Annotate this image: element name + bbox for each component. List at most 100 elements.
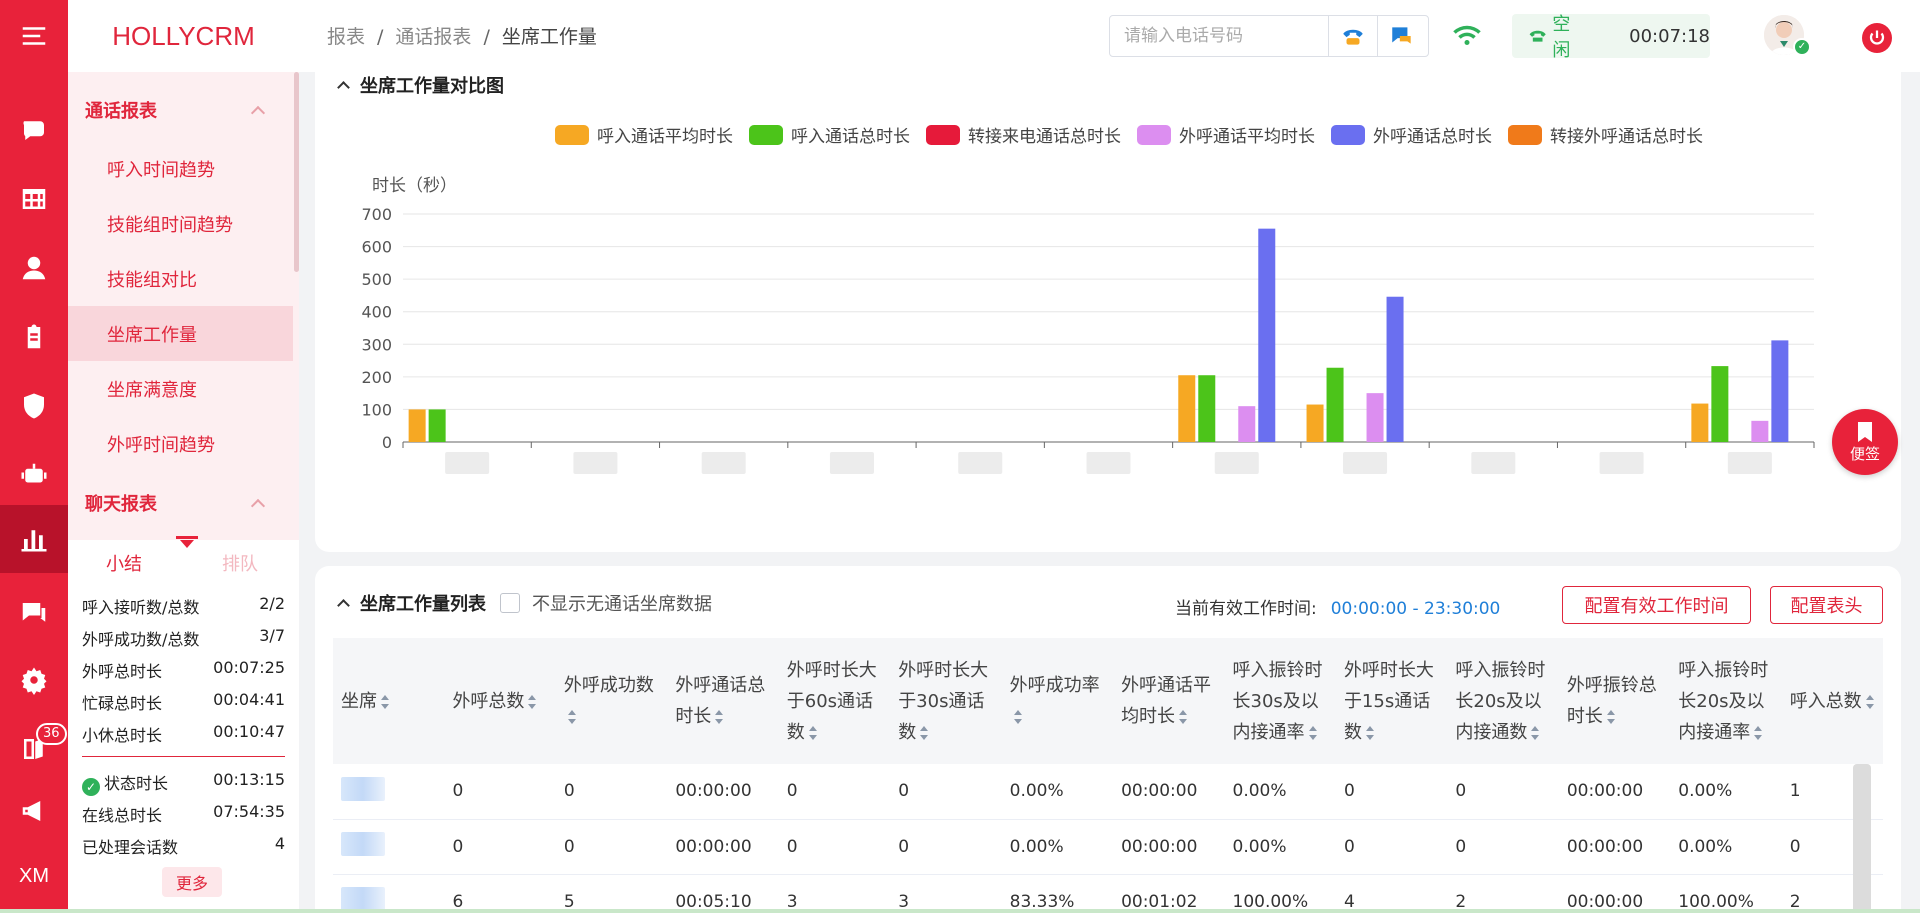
table-cell: 0 [890,819,1002,875]
workload-table: 坐席 外呼总数 外呼成功数 外呼通话总时长 外呼时长大于60s通话数 外呼时长大于30s通… [333,638,1883,913]
clipboard-icon[interactable] [0,307,68,367]
config-work-time-button[interactable]: 配置有效工作时间 [1562,586,1751,624]
table-cell: 0 [890,764,1002,820]
sms-icon[interactable] [1378,16,1426,56]
table-cell: 00:05:10 [667,874,779,913]
more-button[interactable]: 更多 [162,867,222,897]
breadcrumb-item[interactable]: 报表 [327,26,365,48]
sort-icon[interactable] [1308,725,1317,740]
table-row[interactable]: 0 0 00:00:00 0 0 0.00% 00:00:00 0.00% 0 0 00:00:00… [333,764,1883,820]
table-scrollbar[interactable] [1853,764,1871,913]
table-cell: 83.33% [1001,874,1114,913]
list-card-title[interactable]: 坐席工作量列表 不显示无通话坐席数据 [335,590,712,616]
column-header[interactable]: 外呼通话总时长 [667,638,779,764]
sort-icon[interactable] [1013,710,1022,724]
sort-icon[interactable] [920,725,929,740]
sort-icon[interactable] [1865,694,1874,709]
column-header[interactable]: 外呼成功率 [1001,638,1114,764]
table-cell: 5 [555,874,668,913]
shield-icon[interactable] [0,376,68,436]
sidebar-item-agent-satisfaction[interactable]: 坐席满意度 [68,361,293,416]
legend-item[interactable]: 外呼通话总时长 [1331,122,1492,147]
table-cell: 6 [444,874,556,913]
column-header[interactable]: 外呼时长大于15s通话数 [1335,638,1448,764]
breadcrumb-item[interactable]: 通话报表 [395,26,471,48]
power-icon[interactable] [1862,23,1892,53]
chart-card-title[interactable]: 坐席工作量对比图 [335,72,504,98]
sidebar-scrollbar[interactable] [294,72,299,272]
note-button[interactable]: 便签 [1832,409,1898,475]
sort-icon[interactable] [381,694,389,709]
column-header[interactable]: 坐席 [333,638,445,764]
table-cell: 00:00:00 [667,764,779,820]
column-header[interactable]: 呼入振铃时长20s及以内接通率 [1670,638,1782,764]
book-icon[interactable]: 36 [0,719,68,779]
column-header[interactable]: 呼入振铃时长30s及以内接通率 [1224,638,1336,764]
grid-icon[interactable] [0,169,68,229]
column-header[interactable]: 外呼时长大于60s通话数 [778,638,891,764]
agent-status[interactable]: 空闲 00:07:18 [1512,14,1710,61]
column-header[interactable]: 外呼时长大于30s通话数 [890,638,1002,764]
legend-item[interactable]: 转接外呼通话总时长 [1508,122,1703,147]
legend-item[interactable]: 呼入通话平均时长 [555,122,733,147]
sort-icon[interactable] [567,710,576,724]
hide-empty-label: 不显示无通话坐席数据 [532,594,712,615]
tab-queue[interactable]: 排队 [222,550,258,576]
column-header[interactable]: 呼入总数 [1781,638,1883,764]
phone-search [1109,15,1429,57]
table-cell: 00:00:00 [1113,819,1225,875]
menu-icon[interactable] [0,6,68,66]
sidebar-item-skillgroup-trend[interactable]: 技能组时间趋势 [68,196,293,251]
sort-icon[interactable] [1754,725,1763,740]
chat-icon[interactable] [0,100,68,160]
work-time-value: 00:00:00 - 23:30:00 [1330,599,1501,619]
table-cell: 00:00:00 [1558,764,1671,820]
dial-icon[interactable] [1329,16,1377,56]
sort-icon[interactable] [808,725,817,740]
table-cell: 0.00% [1670,764,1782,820]
column-header[interactable]: 外呼通话平均时长 [1113,638,1225,764]
stats-divider [82,756,285,757]
legend-item[interactable]: 外呼通话平均时长 [1137,122,1315,147]
column-header[interactable]: 呼入振铃时长20s及以内接通数 [1447,638,1559,764]
bar-chart-icon[interactable] [0,505,68,573]
legend-swatch [926,124,960,145]
sidebar-item-agent-workload[interactable]: 坐席工作量 [68,306,293,361]
sort-icon[interactable] [528,694,537,709]
tab-summary[interactable]: 小结 [106,550,142,576]
column-header[interactable]: 外呼振铃总时长 [1558,638,1671,764]
sort-icon[interactable] [1606,710,1615,724]
sidebar-item-skillgroup-compare[interactable]: 技能组对比 [68,251,293,306]
stat-row: 外呼成功数/总数 3/7 [82,626,285,649]
summary-tabs: 小结 排队 [68,536,299,586]
sidebar-item-inbound-trend[interactable]: 呼入时间趋势 [68,141,293,196]
message-icon[interactable] [0,583,68,643]
section-chat-reports[interactable]: 聊天报表 [68,483,293,523]
table-row[interactable]: 0 0 00:00:00 0 0 0.00% 00:00:00 0.00% 0 0 00:00:00… [333,819,1883,875]
sort-icon[interactable] [1179,710,1188,724]
table-cell: 00:00:00 [1558,874,1671,913]
sidebar-item-outbound-trend[interactable]: 外呼时间趋势 [68,416,293,471]
table-cell: 0.00% [1001,819,1114,875]
config-header-button[interactable]: 配置表头 [1770,586,1883,624]
legend-item[interactable]: 呼入通话总时长 [749,122,910,147]
table-cell: 0 [444,819,556,875]
legend-item[interactable]: 转接来电通话总时长 [926,122,1121,147]
sort-icon[interactable] [1365,725,1374,740]
column-header[interactable]: 外呼成功数 [555,638,668,764]
sort-icon[interactable] [715,710,724,724]
column-header[interactable]: 外呼总数 [444,638,556,764]
hide-empty-checkbox[interactable] [500,593,520,613]
phone-input[interactable] [1110,16,1328,56]
sub-sidebar: HOLLYCRM 通话报表 呼入时间趋势 技能组时间趋势 技能组对比 坐席工作量… [68,0,299,913]
settings-icon[interactable] [0,650,68,710]
robot-icon[interactable] [0,445,68,505]
sort-icon[interactable] [1531,725,1540,740]
table-row[interactable]: 6 5 00:05:10 3 3 83.33% 00:01:02 100.00% 4 2 00:00… [333,874,1883,913]
user-icon[interactable] [0,238,68,298]
table-cell: 0.00% [1001,764,1114,820]
table-cell: 100.00% [1224,874,1336,913]
status-label: 空闲 [1552,14,1571,61]
megaphone-icon[interactable] [0,781,68,841]
section-call-reports[interactable]: 通话报表 [68,90,293,130]
